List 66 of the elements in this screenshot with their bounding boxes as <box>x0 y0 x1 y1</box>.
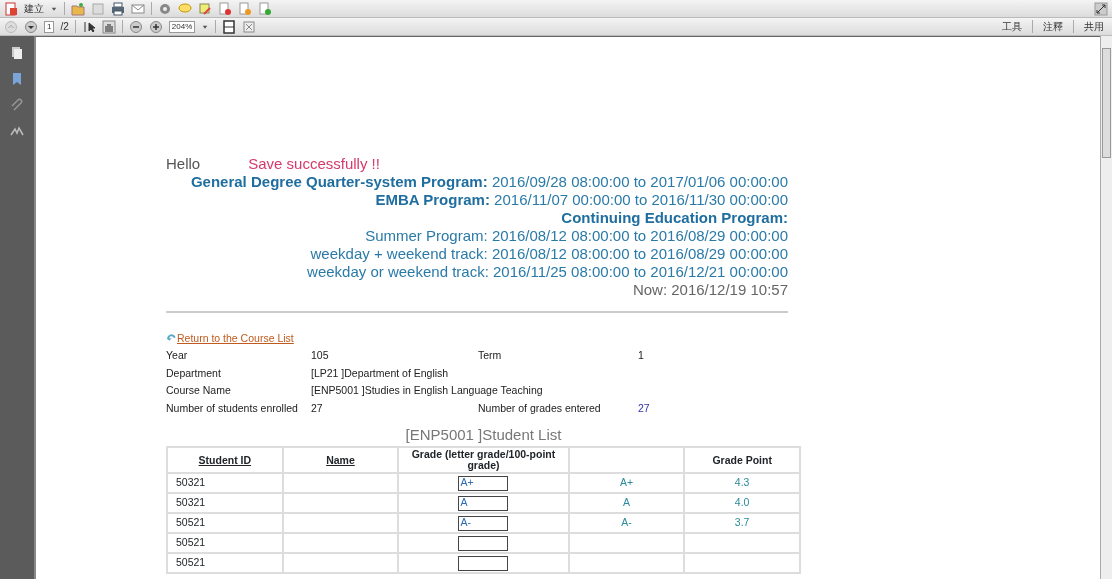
fit-page-icon[interactable] <box>222 19 237 34</box>
field-label: Term <box>478 348 502 361</box>
period-line: Summer Program: 2016/08/12 08:00:00 to 2016/08/29 00:00:00 <box>364 227 788 245</box>
field-value: 1 <box>638 348 644 361</box>
period-line: weekday + weekend track: 2016/08/12 08:00:00 to 2016/08/29 00:00:00 <box>309 245 788 263</box>
sticky-note-icon[interactable] <box>198 1 212 16</box>
table-cell: A+ <box>619 476 634 489</box>
table-cell: 4.3 <box>734 476 750 489</box>
column-header: Grade (letter grade/100-point grade) <box>411 448 556 472</box>
table-cell: 4.0 <box>734 496 750 509</box>
return-link[interactable]: Return to the Course List <box>177 331 294 347</box>
panel-tab[interactable]: 共用 <box>1080 19 1108 34</box>
bookmark-icon[interactable] <box>10 72 24 86</box>
field-value: 105 <box>311 348 329 361</box>
success-message: Save successfully !! <box>248 155 380 172</box>
table-cell: 50521 <box>176 556 206 569</box>
grade-input[interactable] <box>458 555 509 571</box>
field-label: Course Name <box>166 384 231 397</box>
period-line: General Degree Quarter-system Program: 2016/09/28 08:00:00 to 2017/01/06 00:00:00 <box>189 173 788 191</box>
document-icon[interactable] <box>258 1 272 16</box>
pages-icon[interactable] <box>10 46 24 60</box>
table-cell: 50321 <box>176 496 206 509</box>
period-line: EMBA Program: 2016/11/07 00:00:00 to 2016/11/30 00:00:00 <box>374 191 788 209</box>
page-field[interactable]: 1 <box>44 20 55 33</box>
scrollbar-thumb[interactable] <box>1102 48 1111 158</box>
table-cell: 50321 <box>176 476 206 489</box>
grade-input[interactable]: A+ <box>458 475 509 491</box>
field-label: Number of grades entered <box>478 402 601 414</box>
grade-input[interactable] <box>458 535 509 551</box>
select-cursor-icon[interactable] <box>81 19 96 34</box>
field-label: Year <box>166 348 188 361</box>
field-value: 27 <box>311 402 323 414</box>
full-screen-icon[interactable] <box>242 19 257 34</box>
period-line: weekday or weekend track: 2016/11/25 08:00:00 to 2016/12/21 00:00:00 <box>306 263 788 281</box>
document-icon[interactable] <box>4 1 18 16</box>
paperclip-icon[interactable] <box>10 98 24 112</box>
field-label: Department <box>166 366 221 379</box>
grade-input[interactable]: A- <box>458 515 509 531</box>
table-cell: 50521 <box>176 516 206 529</box>
list-title: [ENP5001 ]Student List <box>404 424 563 445</box>
greeting-text: Hello <box>166 155 201 172</box>
zoom-out-icon[interactable] <box>128 19 143 34</box>
table-cell: 50521 <box>176 536 206 549</box>
table-cell: 3.7 <box>734 516 750 529</box>
print-icon[interactable] <box>111 1 125 16</box>
page-count: /2 <box>60 20 69 34</box>
current-time: Now: 2016/12/19 10:57 <box>631 281 788 299</box>
zoom-in-icon[interactable] <box>148 19 163 34</box>
next-page-icon[interactable] <box>24 19 38 34</box>
panel-tab[interactable]: 注釋 <box>1039 19 1067 34</box>
field-label: Number of students enrolled <box>166 402 298 414</box>
field-value: 27 <box>638 402 650 414</box>
document-icon[interactable] <box>218 1 232 16</box>
sort-link[interactable]: Name <box>326 453 355 466</box>
create-menu[interactable]: 建立 <box>24 1 44 16</box>
table-cell: A <box>622 496 630 509</box>
expand-icon[interactable] <box>1094 1 1108 16</box>
field-value: [ENP5001 ]Studies in English Language Teaching <box>311 384 543 397</box>
table-cell: A- <box>621 516 632 529</box>
column-header: Grade Point <box>712 453 772 466</box>
panel-tab[interactable]: 工具 <box>998 19 1026 34</box>
grade-input[interactable]: A <box>458 495 509 511</box>
period-line: Continuing Education Program: <box>560 209 788 227</box>
zoom-field[interactable]: 204% <box>168 20 196 33</box>
field-value: [LP21 ]Department of English <box>311 366 449 379</box>
comment-icon[interactable] <box>178 1 192 16</box>
